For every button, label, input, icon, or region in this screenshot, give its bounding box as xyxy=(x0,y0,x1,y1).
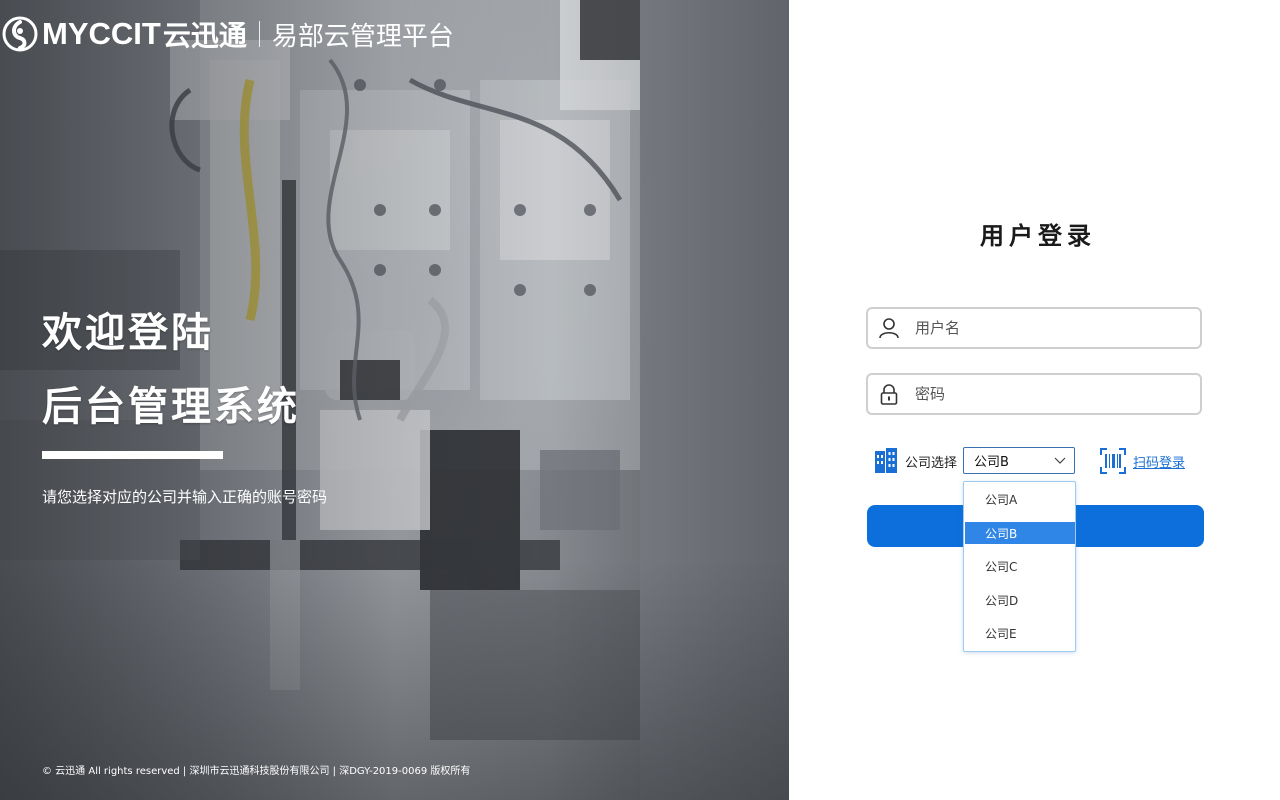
product-name: 易部云管理平台 xyxy=(271,21,454,52)
hero-panel: MYCCIT 云迅通 易部云管理平台 欢迎登陆 后台管理系统 请您选择对应的公司… xyxy=(0,0,789,800)
brand-name-latin: MYCCIT xyxy=(42,16,161,51)
dropdown-option-company-d[interactable]: 公司D xyxy=(965,589,1075,611)
dropdown-option-company-c[interactable]: 公司C xyxy=(965,555,1075,577)
building-icon xyxy=(875,448,897,473)
copyright-footer: © 云迅通 All rights reserved | 深圳市云迅通科技股份有限… xyxy=(42,766,471,777)
logo-swirl-icon xyxy=(2,16,38,52)
welcome-underline xyxy=(42,451,223,459)
dropdown-option-company-e[interactable]: 公司E xyxy=(965,622,1075,644)
welcome-subtitle: 请您选择对应的公司并输入正确的账号密码 xyxy=(42,488,328,506)
welcome-line-1: 欢迎登陆 xyxy=(42,310,214,356)
company-dropdown: 公司A 公司B 公司C 公司D 公司E xyxy=(963,481,1076,652)
qr-login-label[interactable]: 扫码登录 xyxy=(1133,452,1185,471)
chevron-down-icon xyxy=(1054,457,1066,464)
password-field[interactable] xyxy=(866,373,1202,415)
welcome-heading: 欢迎登陆 后台管理系统 xyxy=(42,296,300,444)
username-field[interactable] xyxy=(866,307,1202,349)
brand-name-cn: 云迅通 xyxy=(162,19,247,52)
lock-icon xyxy=(877,382,901,406)
company-select-value: 公司B xyxy=(974,455,1009,470)
qr-login-link[interactable]: 扫码登录 xyxy=(1100,447,1185,475)
company-select-label: 公司选择 xyxy=(905,455,958,471)
user-icon xyxy=(877,316,901,340)
password-input[interactable] xyxy=(915,385,1185,403)
dropdown-option-company-a[interactable]: 公司A xyxy=(965,488,1075,510)
login-title: 用户登录 xyxy=(980,222,1096,250)
logo-divider xyxy=(258,21,260,47)
brand-logo: MYCCIT 云迅通 易部云管理平台 xyxy=(2,14,454,54)
company-select-row: 公司选择 xyxy=(874,447,957,475)
company-select[interactable]: 公司B xyxy=(963,447,1075,474)
dropdown-option-company-b[interactable]: 公司B xyxy=(965,522,1075,544)
welcome-line-2: 后台管理系统 xyxy=(42,384,300,430)
username-input[interactable] xyxy=(915,319,1185,337)
barcode-icon xyxy=(1100,448,1126,474)
